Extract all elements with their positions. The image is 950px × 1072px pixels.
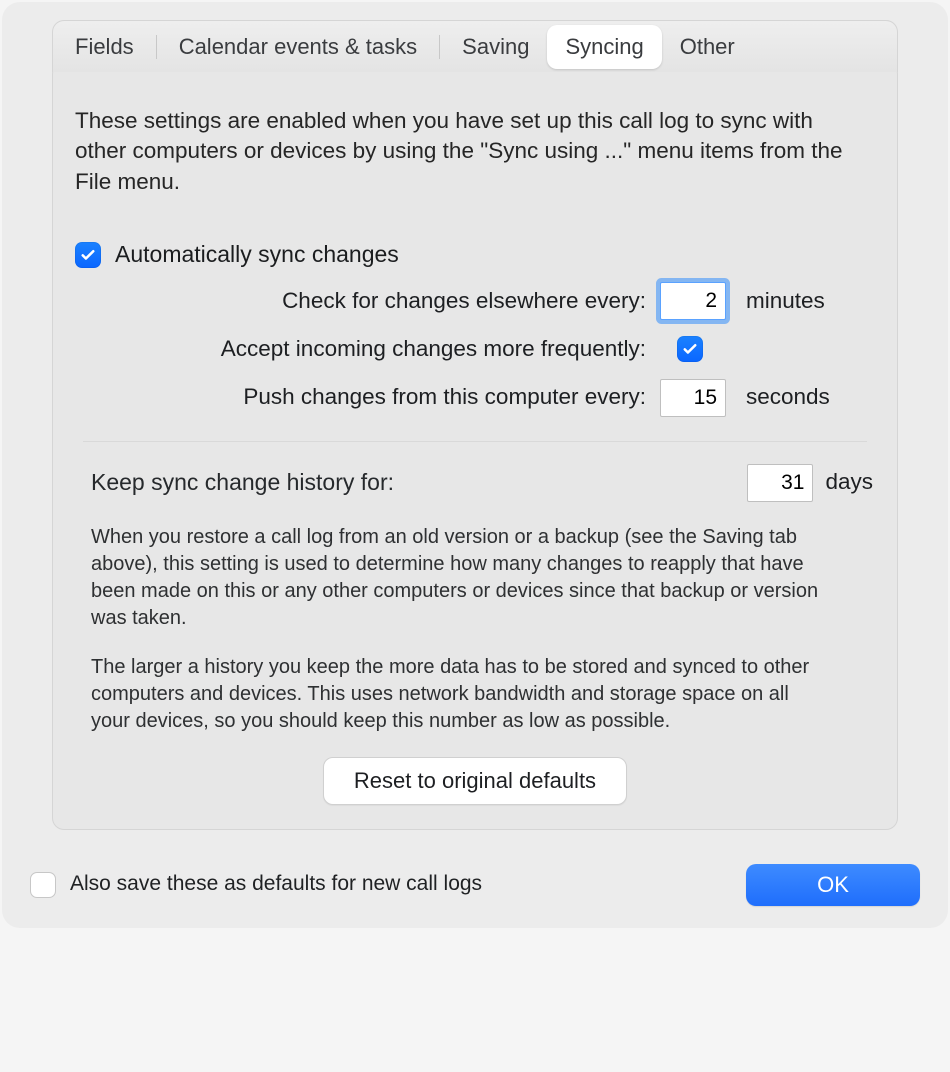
help-paragraph-2: The larger a history you keep the more d… xyxy=(91,654,827,735)
auto-sync-row: Automatically sync changes xyxy=(75,239,875,270)
check-icon xyxy=(79,246,97,264)
tab-fields[interactable]: Fields xyxy=(57,25,152,69)
dialog-footer: Also save these as defaults for new call… xyxy=(22,854,928,906)
auto-sync-checkbox[interactable] xyxy=(75,242,101,268)
push-every-unit: seconds xyxy=(734,382,875,412)
tab-other[interactable]: Other xyxy=(662,25,753,69)
tab-bar: Fields Calendar events & tasks Saving Sy… xyxy=(52,20,898,72)
auto-sync-label: Automatically sync changes xyxy=(115,239,399,270)
check-every-unit: minutes xyxy=(734,286,875,316)
tab-separator xyxy=(439,35,440,59)
help-text: When you restore a call log from an old … xyxy=(75,508,835,735)
settings-window: Fields Calendar events & tasks Saving Sy… xyxy=(2,2,948,928)
check-every-input[interactable] xyxy=(660,282,726,320)
also-default-checkbox[interactable] xyxy=(30,872,56,898)
push-every-input[interactable] xyxy=(660,379,726,417)
accept-more-checkbox[interactable] xyxy=(677,336,703,362)
reset-defaults-button[interactable]: Reset to original defaults xyxy=(323,757,627,805)
tab-saving[interactable]: Saving xyxy=(444,25,547,69)
tab-separator xyxy=(156,35,157,59)
history-row: Keep sync change history for: days xyxy=(75,460,875,508)
check-icon xyxy=(681,340,699,358)
tab-syncing[interactable]: Syncing xyxy=(547,25,661,69)
syncing-panel: These settings are enabled when you have… xyxy=(52,62,898,830)
push-every-label: Push changes from this computer every: xyxy=(75,382,660,412)
history-input[interactable] xyxy=(747,464,813,502)
accept-more-label: Accept incoming changes more frequently: xyxy=(75,334,660,364)
intro-text: These settings are enabled when you have… xyxy=(75,106,855,197)
divider xyxy=(83,441,867,442)
help-paragraph-1: When you restore a call log from an old … xyxy=(91,524,827,632)
history-label: Keep sync change history for: xyxy=(91,467,394,498)
check-every-label: Check for changes elsewhere every: xyxy=(75,286,660,316)
history-unit: days xyxy=(813,467,873,497)
also-default-label: Also save these as defaults for new call… xyxy=(70,870,482,898)
sync-options-grid: Check for changes elsewhere every: minut… xyxy=(75,282,875,416)
tab-calendar[interactable]: Calendar events & tasks xyxy=(161,25,435,69)
ok-button[interactable]: OK xyxy=(746,864,920,906)
